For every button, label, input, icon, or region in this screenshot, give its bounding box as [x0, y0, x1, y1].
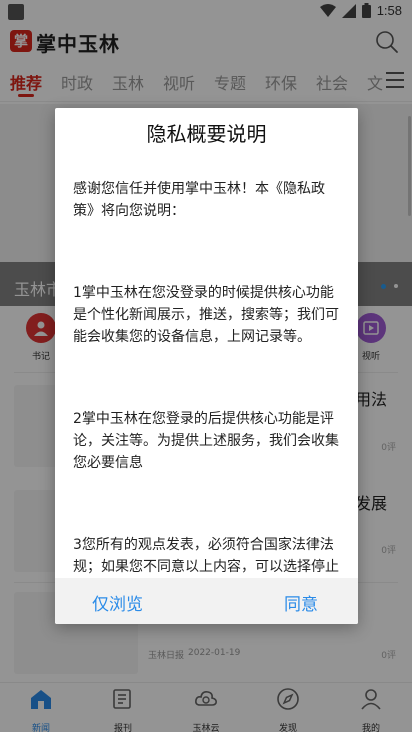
dialog-paragraph: 1掌中玉林在您没登录的时候提供核心功能是个性化新闻展示，推送，搜索等；我们可能会… [73, 285, 339, 345]
privacy-dialog: 隐私概要说明 感谢您信任并使用掌中玉林！本《隐私政策》将向您说明： 1掌中玉林在… [55, 108, 358, 624]
dialog-footer: 仅浏览 同意 [55, 578, 358, 624]
dialog-body[interactable]: 感谢您信任并使用掌中玉林！本《隐私政策》将向您说明： 1掌中玉林在您没登录的时候… [73, 178, 343, 578]
browse-only-button[interactable]: 仅浏览 [92, 590, 143, 615]
dialog-title: 隐私概要说明 [146, 122, 267, 146]
dialog-paragraph: 2掌中玉林在您登录的后提供核心功能是评论，关注等。为提供上述服务，我们会收集您必… [73, 411, 339, 471]
agree-button[interactable]: 同意 [284, 590, 318, 615]
dialog-paragraph: 感谢您信任并使用掌中玉林！本《隐私政策》将向您说明： [73, 181, 325, 219]
dialog-paragraph: 3您所有的观点发表，必须符合国家法律法规；如果您不同意以上内容，可以选择停止使用… [73, 537, 339, 575]
